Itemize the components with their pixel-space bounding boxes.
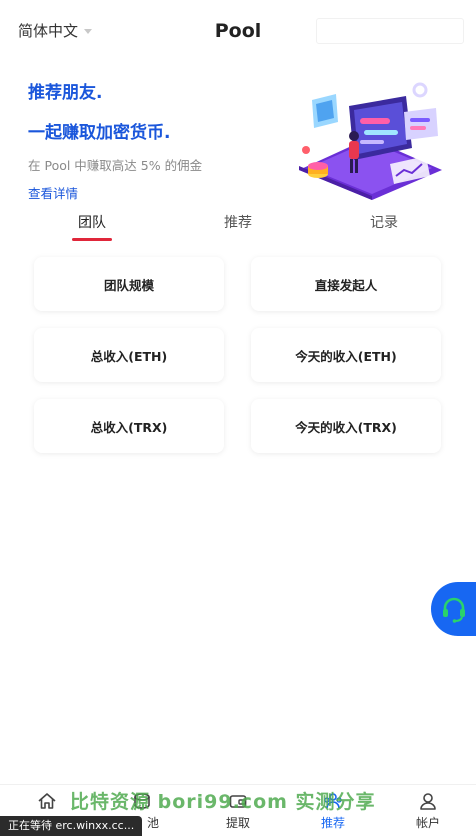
total-income-eth-card[interactable]: 总收入(ETH) bbox=[34, 328, 224, 382]
today-income-trx-label: 今天的收入(TRX) bbox=[295, 419, 397, 435]
nav-home[interactable] bbox=[17, 791, 77, 814]
today-income-eth-card[interactable]: 今天的收入(ETH) bbox=[251, 328, 441, 382]
view-details-link[interactable]: 查看详情 bbox=[28, 183, 78, 202]
nav-account[interactable]: 帐户 bbox=[398, 791, 458, 831]
referral-illustration bbox=[299, 82, 442, 200]
total-income-trx-card[interactable]: 总收入(TRX) bbox=[34, 399, 224, 453]
today-income-eth-label: 今天的收入(ETH) bbox=[295, 348, 397, 364]
nav-withdraw-label: 提取 bbox=[225, 816, 250, 830]
home-icon bbox=[38, 793, 56, 809]
tab-team[interactable]: 团队 bbox=[52, 212, 132, 232]
tab-referral[interactable]: 推荐 bbox=[198, 212, 278, 232]
watermark-text: 比特资源 bori99.com 实测分享 bbox=[70, 791, 376, 813]
top-bar: 简体中文 Pool bbox=[0, 0, 476, 62]
tab-bar: 团队 推荐 记录 bbox=[0, 206, 476, 246]
banner-headline: 推荐朋友. bbox=[28, 83, 103, 103]
tab-records[interactable]: 记录 bbox=[344, 212, 424, 232]
customer-support-button[interactable] bbox=[431, 582, 476, 636]
active-tab-indicator bbox=[72, 238, 112, 241]
banner-headline-2: 一起赚取加密货币. bbox=[28, 123, 171, 143]
direct-sponsors-label: 直接发起人 bbox=[314, 277, 378, 293]
team-size-card[interactable]: 团队规模 bbox=[34, 257, 224, 311]
total-income-eth-label: 总收入(ETH) bbox=[90, 348, 168, 364]
user-icon bbox=[420, 793, 436, 810]
loading-status-bar: 正在等待 erc.winxx.cc... bbox=[0, 816, 143, 836]
header-action-box[interactable] bbox=[316, 18, 464, 44]
total-income-trx-label: 总收入(TRX) bbox=[90, 419, 168, 435]
nav-account-label: 帐户 bbox=[415, 816, 440, 830]
team-size-label: 团队规模 bbox=[103, 277, 154, 293]
banner-subtitle: 在 Pool 中赚取高达 5% 的佣金 bbox=[28, 158, 203, 173]
nav-referral-label: 推荐 bbox=[320, 816, 345, 830]
headset-icon bbox=[443, 597, 465, 623]
today-income-trx-card[interactable]: 今天的收入(TRX) bbox=[251, 399, 441, 453]
direct-sponsors-card[interactable]: 直接发起人 bbox=[251, 257, 441, 311]
